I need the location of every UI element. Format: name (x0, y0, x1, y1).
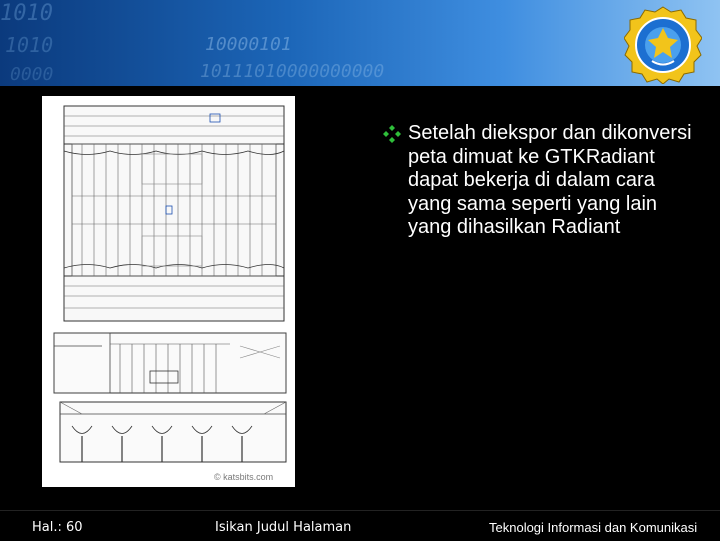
tut-wuri-handayani-logo (624, 6, 702, 84)
four-diamond-bullet-icon (383, 125, 401, 143)
binary-line: 0000 (10, 64, 53, 85)
subject-label: Teknologi Informasi dan Komunikasi (489, 520, 698, 535)
footer-bar: Hal.: 60 Isikan Judul Halaman Teknologi … (0, 510, 720, 541)
watermark-label: © katsbits.com (214, 472, 274, 482)
bullet-content: Setelah diekspor dan dikonversi peta dim… (383, 122, 703, 240)
binary-line: 10000101 (205, 34, 292, 55)
binary-line: 1010 (5, 33, 53, 57)
page-title: Isikan Judul Halaman (215, 520, 352, 535)
binary-line: 1010 (0, 1, 53, 26)
header-banner: 1010 10000101 10111010000000000 1010 000… (0, 0, 720, 86)
bullet-text: Setelah diekspor dan dikonversi peta dim… (408, 122, 692, 238)
binary-background: 1010 10000101 10111010000000000 1010 000… (0, 1, 384, 85)
left-panel (0, 86, 45, 510)
blueprint-drawing (42, 96, 295, 487)
page-number: Hal.: 60 (32, 520, 83, 535)
binary-line: 10111010000000000 (200, 61, 384, 82)
map-blueprint-image (42, 96, 295, 487)
